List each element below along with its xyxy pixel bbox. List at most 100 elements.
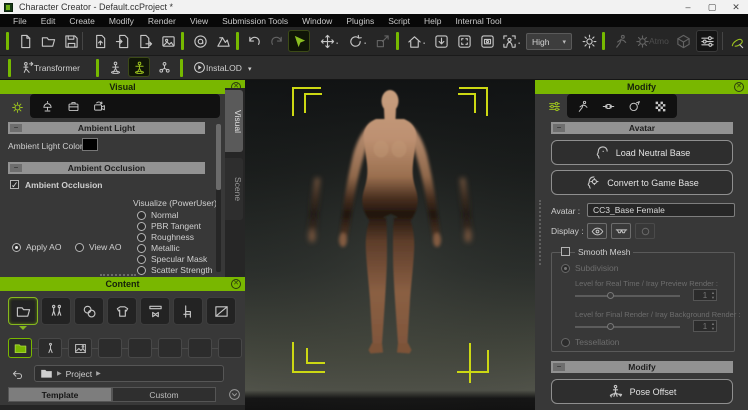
collapse-icon[interactable]: − — [553, 124, 565, 132]
select-cursor-icon[interactable] — [288, 30, 310, 52]
avatar-section-header[interactable]: − Avatar — [551, 122, 733, 134]
redo-icon[interactable] — [265, 30, 287, 52]
category-cloth[interactable] — [107, 297, 137, 325]
smooth-mesh-checkbox[interactable] — [561, 247, 570, 256]
eye-icon[interactable] — [587, 223, 607, 239]
frame-dropdown-dot[interactable]: ▪ — [518, 41, 520, 47]
open-folder-icon[interactable] — [37, 30, 59, 52]
export-image-icon[interactable] — [157, 30, 179, 52]
import-arrow-icon[interactable] — [111, 30, 133, 52]
modify-section-header[interactable]: − Modify — [551, 361, 733, 373]
ambient-occlusion-section-header[interactable]: − Ambient Occlusion — [8, 162, 205, 174]
close-icon[interactable]: ✕ — [231, 279, 241, 289]
menu-plugins[interactable]: Plugins — [339, 16, 381, 26]
ambient-occlusion-checkbox[interactable]: ✓ — [10, 180, 19, 189]
render-icon[interactable] — [189, 30, 211, 52]
spinner-arrows-icon[interactable]: ▲▼ — [711, 321, 715, 331]
import-doc-icon[interactable] — [88, 30, 110, 52]
camera-rotate-icon[interactable] — [88, 96, 110, 116]
realtime-slider-knob[interactable] — [607, 292, 614, 299]
menu-script[interactable]: Script — [381, 16, 417, 26]
category-accessory[interactable] — [140, 297, 170, 325]
panel-resize-gripper[interactable] — [100, 274, 136, 276]
subfolder-empty[interactable] — [158, 338, 182, 358]
collapse-icon[interactable]: − — [10, 164, 22, 172]
scale-icon[interactable] — [371, 30, 393, 52]
camera-down-icon[interactable] — [430, 30, 452, 52]
final-slider-knob[interactable] — [607, 323, 614, 330]
checker-texture-icon[interactable] — [649, 96, 671, 116]
spinner-arrows-icon[interactable]: ▲▼ — [711, 290, 715, 300]
home-icon[interactable] — [403, 30, 425, 52]
radio-specular-mask[interactable] — [137, 255, 146, 264]
camera-view-icon[interactable] — [476, 30, 498, 52]
pose-offset-button[interactable]: Pose Offset — [551, 379, 733, 404]
radio-normal[interactable] — [137, 211, 146, 220]
collapse-icon[interactable]: − — [10, 124, 22, 132]
render-area-icon[interactable] — [212, 30, 234, 52]
menu-create[interactable]: Create — [62, 16, 102, 26]
visual-scrollbar[interactable] — [216, 124, 221, 272]
tab-custom[interactable]: Custom — [112, 387, 216, 402]
sliders-icon[interactable] — [543, 96, 565, 116]
menu-view[interactable]: View — [183, 16, 215, 26]
subfolder-empty[interactable] — [128, 338, 152, 358]
panel-drag-handle[interactable] — [539, 200, 541, 265]
menu-window[interactable]: Window — [295, 16, 339, 26]
instalod-label[interactable]: InstaLOD — [206, 63, 242, 73]
menu-file[interactable]: File — [6, 16, 34, 26]
maximize-button[interactable]: ▢ — [700, 0, 724, 14]
category-folder[interactable] — [8, 297, 38, 325]
subfolder-empty[interactable] — [98, 338, 122, 358]
content-panel-header[interactable]: Content ✕ — [0, 277, 245, 291]
export-doc-icon[interactable] — [134, 30, 156, 52]
radio-metallic[interactable] — [137, 244, 146, 253]
home-dropdown-dot[interactable]: ▪ — [423, 41, 425, 47]
tab-template[interactable]: Template — [8, 387, 112, 402]
realtime-spinbox[interactable]: 1 ▲▼ — [693, 289, 717, 301]
collapse-icon[interactable]: − — [553, 363, 565, 371]
face-edit-icon[interactable] — [623, 96, 645, 116]
chevron-down-icon[interactable]: ▾ — [248, 65, 252, 73]
toolbox-icon[interactable] — [62, 96, 84, 116]
ambient-light-section-header[interactable]: − Ambient Light — [8, 122, 205, 134]
radio-tessellation[interactable] — [561, 338, 570, 347]
category-material[interactable] — [74, 297, 104, 325]
3d-box-icon[interactable] — [672, 30, 694, 52]
undo-icon[interactable] — [243, 30, 265, 52]
menu-internal-tool[interactable]: Internal Tool — [448, 16, 508, 26]
visual-panel-header[interactable]: Visual ✕ — [0, 80, 245, 94]
tab-visual[interactable]: Visual — [225, 90, 243, 152]
minimize-button[interactable]: – — [676, 0, 700, 14]
pose-a-icon[interactable] — [104, 57, 126, 77]
close-button[interactable]: ✕ — [724, 0, 748, 14]
subfolder-empty[interactable] — [218, 338, 242, 358]
realtime-slider[interactable] — [575, 295, 680, 297]
gear-icon[interactable] — [6, 97, 28, 117]
menu-modify[interactable]: Modify — [102, 16, 141, 26]
category-stage[interactable] — [206, 297, 236, 325]
expand-circle-icon[interactable] — [228, 388, 241, 406]
radio-apply-ao[interactable] — [12, 243, 21, 252]
sun-light-icon[interactable] — [578, 30, 600, 52]
subfolder-image[interactable] — [68, 338, 92, 358]
breadcrumb-project[interactable]: Project — [66, 369, 92, 379]
hierarchy-icon[interactable] — [153, 57, 175, 77]
subfolder-actor[interactable] — [38, 338, 62, 358]
move-dropdown-dot[interactable]: ▪ — [336, 41, 338, 47]
menu-render[interactable]: Render — [141, 16, 183, 26]
visual-settings-icon[interactable] — [696, 30, 718, 52]
move-icon[interactable] — [316, 30, 338, 52]
radio-pbr-tangent[interactable] — [137, 222, 146, 231]
subfolder-empty[interactable] — [188, 338, 212, 358]
save-icon[interactable] — [60, 30, 82, 52]
glasses-icon[interactable] — [611, 223, 631, 239]
frame-subject-icon[interactable] — [498, 30, 520, 52]
lamp-icon[interactable] — [36, 96, 58, 116]
avatar-name-field[interactable]: CC3_Base Female — [587, 203, 735, 217]
final-slider[interactable] — [575, 326, 680, 328]
radio-scatter-strength[interactable] — [137, 266, 146, 275]
final-spinbox[interactable]: 1 ▲▼ — [693, 320, 717, 332]
modify-panel-header[interactable]: Modify ✕ — [535, 80, 748, 94]
breadcrumb[interactable]: ▶ Project ▶ — [34, 365, 224, 382]
